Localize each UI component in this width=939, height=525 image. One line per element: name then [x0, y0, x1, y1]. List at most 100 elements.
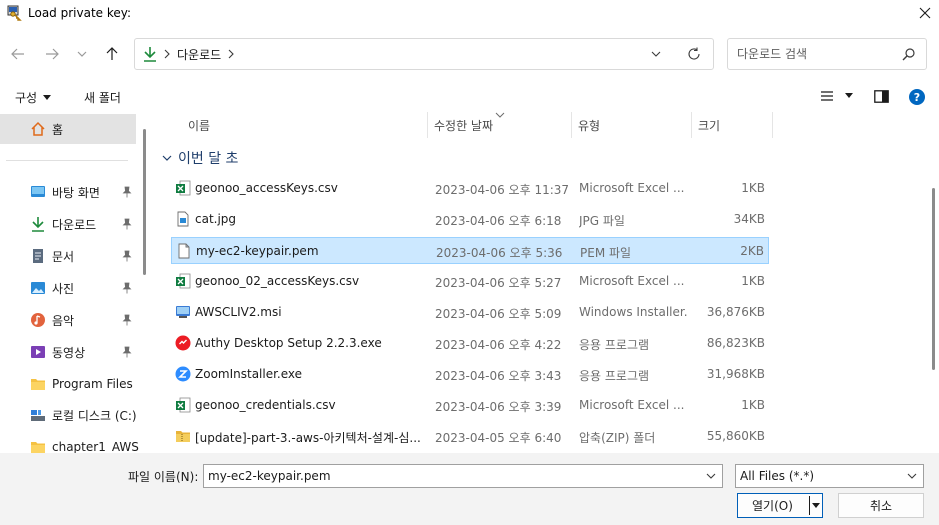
table-row[interactable]: AWSCLIV2.msi 2023-04-06 오후 5:09 Windows …	[171, 299, 769, 326]
pin-icon[interactable]	[121, 186, 133, 198]
close-button[interactable]	[911, 0, 939, 26]
navigation-bar: 다운로드	[0, 26, 939, 82]
refresh-button[interactable]	[687, 47, 701, 64]
sidebar-item-label: Program Files	[52, 377, 133, 391]
column-separator[interactable]	[772, 112, 773, 138]
zip-folder-icon	[176, 431, 190, 442]
sidebar-item-videos[interactable]: 동영상	[0, 337, 136, 367]
breadcrumb-downloads[interactable]: 다운로드	[177, 46, 221, 63]
sidebar-item-desktop[interactable]: 바탕 화면	[0, 177, 136, 207]
file-size: 2KB	[740, 244, 764, 258]
table-row[interactable]: [update]-part-3.-aws-아키텍처-설계-심... 2023-0…	[171, 423, 769, 450]
preview-pane-button[interactable]	[874, 90, 889, 103]
file-list-scrollbar[interactable]	[932, 188, 935, 370]
open-button[interactable]: 열기(O)	[737, 493, 823, 518]
sidebar-item-local-disk[interactable]: 로컬 디스크 (C:)	[0, 400, 137, 430]
sidebar-item-label: 바탕 화면	[52, 185, 100, 200]
sidebar-item-label: 문서	[52, 249, 75, 264]
column-separator[interactable]	[571, 112, 572, 138]
split-divider	[809, 496, 810, 515]
file-type: 압축(ZIP) 폴더	[579, 431, 656, 445]
file-name: AWSCLIV2.msi	[195, 305, 282, 319]
pin-icon[interactable]	[121, 346, 133, 358]
image-file-icon	[177, 211, 189, 227]
new-folder-button[interactable]: 새 폴더	[84, 89, 121, 106]
chevron-down-icon	[907, 473, 917, 479]
column-header-date[interactable]: 수정한 날짜	[434, 112, 493, 138]
file-date: 2023-04-06 오후 11:37	[435, 183, 570, 197]
sort-indicator-icon	[495, 112, 505, 118]
file-name: [update]-part-3.-aws-아키텍처-설계-심...	[195, 431, 421, 445]
pin-icon[interactable]	[121, 314, 133, 326]
column-separator[interactable]	[691, 112, 692, 138]
pin-icon[interactable]	[121, 250, 133, 262]
column-separator[interactable]	[427, 112, 428, 138]
excel-icon	[176, 273, 191, 289]
forward-button[interactable]	[40, 44, 64, 64]
address-bar[interactable]: 다운로드	[134, 38, 714, 70]
command-bar: 구성 새 폴더 ?	[0, 82, 939, 112]
column-header-size[interactable]: 크기	[698, 112, 720, 138]
organize-button[interactable]: 구성	[15, 89, 52, 106]
installer-icon	[176, 306, 190, 318]
chevron-down-icon[interactable]	[706, 471, 716, 481]
file-name: geonoo_02_accessKeys.csv	[195, 274, 360, 288]
file-date: 2023-04-06 오후 4:22	[435, 338, 562, 352]
sidebar-item-home[interactable]: 홈	[0, 114, 136, 144]
sidebar-item-downloads[interactable]: 다운로드	[0, 209, 136, 239]
chevron-down-icon	[651, 51, 661, 57]
search-box[interactable]	[727, 38, 927, 70]
sidebar-scrollbar[interactable]	[143, 129, 146, 275]
table-row[interactable]: Authy Desktop Setup 2.2.3.exe 2023-04-06…	[171, 330, 769, 357]
document-icon	[33, 249, 43, 263]
filename-combobox[interactable]	[203, 464, 723, 488]
file-size: 31,968KB	[706, 367, 765, 381]
table-row[interactable]: ZoomInstaller.exe 2023-04-06 오후 3:43 응용 …	[171, 361, 769, 388]
file-date: 2023-04-06 오후 3:39	[435, 400, 562, 414]
filetype-select[interactable]: All Files (*.*)	[735, 464, 924, 488]
column-header-type[interactable]: 유형	[578, 112, 600, 138]
filename-input[interactable]	[208, 469, 698, 483]
search-input[interactable]	[737, 47, 897, 61]
sidebar-item-documents[interactable]: 문서	[0, 241, 136, 271]
search-icon	[902, 48, 915, 61]
pin-icon[interactable]	[121, 282, 133, 294]
file-type: Microsoft Excel ...	[579, 274, 685, 288]
table-row-selected[interactable]: my-ec2-keypair.pem 2023-04-06 오후 5:36 PE…	[171, 237, 769, 264]
file-date: 2023-04-06 오후 5:27	[435, 276, 562, 290]
address-dropdown-button[interactable]	[650, 48, 662, 63]
table-row[interactable]: geonoo_credentials.csv 2023-04-06 오후 3:3…	[171, 392, 769, 419]
sidebar-item-chapter1-aws[interactable]: chapter1_AWS	[0, 432, 139, 453]
file-type: Microsoft Excel ...	[579, 398, 685, 412]
pin-icon[interactable]	[121, 218, 133, 230]
filename-label: 파일 이름(N):	[128, 470, 199, 484]
view-options-button[interactable]	[820, 90, 853, 102]
recent-locations-button[interactable]	[72, 44, 92, 64]
picture-icon	[31, 282, 45, 294]
up-button[interactable]	[100, 44, 124, 64]
help-button[interactable]: ?	[909, 89, 925, 105]
chevron-right-icon[interactable]	[227, 49, 235, 59]
sidebar-item-label: 음악	[52, 313, 75, 328]
group-header[interactable]: 이번 달 초	[162, 148, 238, 168]
table-row[interactable]: geonoo_accessKeys.csv 2023-04-06 오후 11:3…	[171, 175, 769, 202]
cancel-button[interactable]: 취소	[838, 493, 924, 518]
sidebar-item-pictures[interactable]: 사진	[0, 273, 136, 303]
table-row[interactable]: geonoo_02_accessKeys.csv 2023-04-06 오후 5…	[171, 268, 769, 295]
column-header-name[interactable]: 이름	[188, 112, 210, 138]
preview-pane-icon	[874, 90, 889, 103]
file-list: 이름 수정한 날짜 유형 크기 이번 달 초 geonoo_accessKeys…	[152, 112, 939, 453]
organize-label: 구성	[15, 91, 38, 105]
sidebar-item-music[interactable]: 음악	[0, 305, 136, 335]
blank-file-icon	[178, 243, 190, 259]
sidebar-item-program-files[interactable]: Program Files	[0, 369, 136, 399]
table-row[interactable]: cat.jpg 2023-04-06 오후 6:18 JPG 파일 34KB	[171, 206, 769, 233]
chevron-down-icon	[77, 51, 87, 57]
new-folder-label: 새 폴더	[84, 91, 121, 105]
back-button[interactable]	[6, 44, 30, 64]
arrow-right-icon	[46, 48, 59, 60]
file-type: Microsoft Excel ...	[579, 181, 685, 195]
excel-icon	[176, 397, 191, 413]
column-header-date-label: 수정한 날짜	[434, 118, 494, 133]
caret-down-icon[interactable]	[812, 503, 820, 509]
